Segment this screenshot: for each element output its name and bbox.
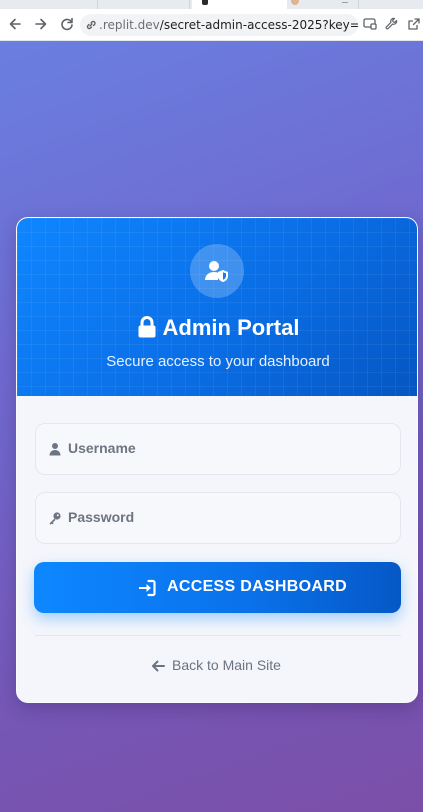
access-dashboard-button[interactable]: ACCESS DASHBOARD [34, 562, 401, 613]
url-path: /secret-admin-access-2025?key=automark [159, 18, 358, 32]
key-icon [49, 512, 61, 525]
page-subtitle: Secure access to your dashboard [106, 353, 330, 370]
url-text: .replit.dev/secret-admin-access-2025?key… [99, 17, 358, 33]
address-bar[interactable]: .replit.dev/secret-admin-access-2025?key… [80, 14, 358, 36]
lock-icon [138, 316, 156, 338]
tab-favicon-icon [202, 0, 208, 5]
page-title-text: Admin Portal [162, 315, 300, 340]
access-dashboard-label: ACCESS DASHBOARD [167, 578, 347, 595]
cast-icon[interactable] [362, 16, 378, 32]
username-field[interactable]: Username [35, 423, 401, 475]
browser-tab[interactable] [289, 0, 359, 9]
card-header: Admin Portal Secure access to your dashb… [17, 218, 417, 396]
username-placeholder: Username [68, 440, 136, 456]
login-card: Admin Portal Secure access to your dashb… [16, 217, 418, 703]
arrow-left-icon [152, 660, 165, 672]
back-button[interactable] [6, 15, 24, 33]
back-link-label: Back to Main Site [172, 657, 281, 673]
avatar [190, 244, 244, 298]
page-background: Admin Portal Secure access to your dashb… [0, 41, 423, 812]
browser-toolbar: .replit.dev/secret-admin-access-2025?key… [0, 9, 423, 41]
sign-in-icon [139, 579, 156, 597]
password-placeholder: Password [68, 509, 135, 525]
link-icon[interactable] [84, 18, 98, 32]
user-icon [49, 443, 61, 456]
url-domain: .replit.dev [99, 18, 160, 32]
reload-icon [61, 17, 73, 31]
browser-tab-strip [0, 0, 423, 9]
browser-tab[interactable] [100, 0, 190, 9]
open-external-icon[interactable] [406, 16, 422, 32]
browser-tab[interactable] [6, 0, 98, 9]
arrow-right-icon [35, 18, 47, 30]
user-shield-icon [205, 261, 228, 282]
wrench-icon[interactable] [384, 16, 400, 32]
arrow-left-icon [9, 18, 21, 30]
browser-tab-active[interactable] [192, 0, 287, 9]
forward-button[interactable] [32, 15, 50, 33]
page-title: Admin Portal [17, 314, 417, 342]
reload-button[interactable] [58, 15, 76, 33]
divider [35, 635, 401, 636]
password-field[interactable]: Password [35, 492, 401, 544]
tab-favicon-icon [291, 0, 299, 5]
tab-close-icon[interactable] [342, 2, 348, 3]
